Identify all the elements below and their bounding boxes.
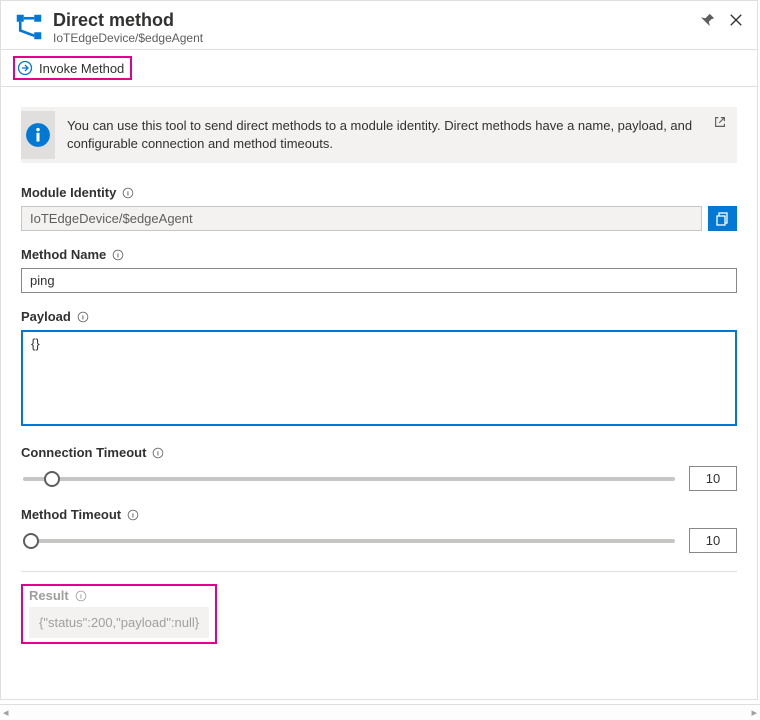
svg-text:i: i bbox=[117, 252, 119, 259]
direct-method-panel: Direct method IoTEdgeDevice/$edgeAgent I… bbox=[0, 0, 758, 700]
info-banner: You can use this tool to send direct met… bbox=[21, 107, 737, 163]
info-external-link-icon[interactable] bbox=[713, 115, 727, 132]
toolbar: Invoke Method bbox=[1, 50, 757, 87]
invoke-method-label: Invoke Method bbox=[39, 61, 124, 76]
help-icon[interactable]: i bbox=[152, 447, 164, 459]
result-value: {"status":200,"payload":null} bbox=[29, 607, 209, 638]
method-name-field: Method Name i bbox=[21, 247, 737, 293]
method-timeout-value[interactable]: 10 bbox=[689, 528, 737, 553]
method-name-label: Method Name bbox=[21, 247, 106, 262]
info-text: You can use this tool to send direct met… bbox=[55, 107, 737, 163]
connection-timeout-field: Connection Timeout i 10 bbox=[21, 445, 737, 491]
horizontal-scrollbar[interactable]: ◂ ▸ bbox=[0, 704, 760, 720]
module-identity-value: IoTEdgeDevice/$edgeAgent bbox=[21, 206, 702, 231]
module-identity-field: Module Identity i IoTEdgeDevice/$edgeAge… bbox=[21, 185, 737, 231]
scroll-left-icon[interactable]: ◂ bbox=[3, 706, 9, 719]
connection-timeout-slider[interactable] bbox=[23, 477, 675, 481]
panel-header: Direct method IoTEdgeDevice/$edgeAgent bbox=[1, 1, 757, 50]
method-name-input[interactable] bbox=[21, 268, 737, 293]
info-icon bbox=[21, 111, 55, 159]
module-identity-label: Module Identity bbox=[21, 185, 116, 200]
svg-text:i: i bbox=[82, 314, 84, 321]
direct-method-icon bbox=[15, 13, 43, 41]
help-icon[interactable]: i bbox=[112, 249, 124, 261]
invoke-icon bbox=[17, 60, 33, 76]
svg-text:i: i bbox=[157, 450, 159, 457]
help-icon[interactable]: i bbox=[77, 311, 89, 323]
content-area: You can use this tool to send direct met… bbox=[1, 87, 757, 695]
connection-timeout-value[interactable]: 10 bbox=[689, 466, 737, 491]
close-icon[interactable] bbox=[729, 13, 743, 30]
result-section: Result i {"status":200,"payload":null} bbox=[21, 584, 737, 644]
help-icon[interactable]: i bbox=[122, 187, 134, 199]
page-title: Direct method bbox=[53, 9, 701, 31]
divider bbox=[21, 571, 737, 572]
payload-label: Payload bbox=[21, 309, 71, 324]
help-icon[interactable]: i bbox=[75, 590, 87, 602]
connection-timeout-label: Connection Timeout bbox=[21, 445, 146, 460]
copy-button[interactable] bbox=[708, 206, 737, 231]
svg-text:i: i bbox=[80, 593, 82, 600]
svg-text:i: i bbox=[132, 512, 134, 519]
payload-input[interactable] bbox=[21, 330, 737, 426]
page-subtitle: IoTEdgeDevice/$edgeAgent bbox=[53, 31, 701, 45]
method-timeout-field: Method Timeout i 10 bbox=[21, 507, 737, 553]
pin-icon[interactable] bbox=[701, 13, 715, 30]
svg-text:i: i bbox=[127, 190, 129, 197]
help-icon[interactable]: i bbox=[127, 509, 139, 521]
result-label: Result bbox=[29, 588, 69, 603]
payload-field: Payload i bbox=[21, 309, 737, 429]
method-timeout-slider[interactable] bbox=[23, 539, 675, 543]
scroll-right-icon[interactable]: ▸ bbox=[751, 706, 757, 719]
method-timeout-label: Method Timeout bbox=[21, 507, 121, 522]
invoke-method-button[interactable]: Invoke Method bbox=[13, 56, 132, 80]
